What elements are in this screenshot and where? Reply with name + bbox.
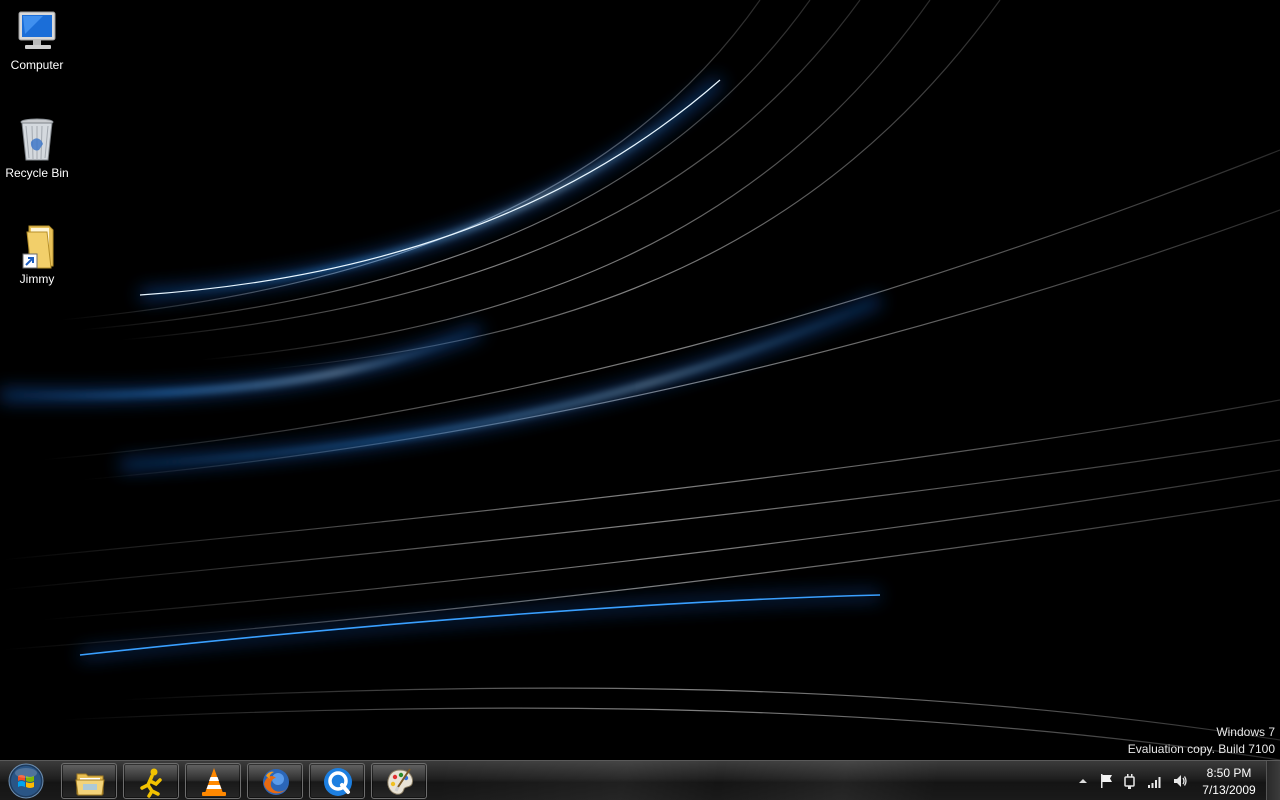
desktop-icon-label: Computer (10, 58, 64, 72)
notification-area: 8:50 PM 7/13/2009 (0, 761, 1280, 800)
recycle-bin-icon (20, 118, 54, 161)
desktop-icon-label: Jimmy (19, 272, 55, 286)
taskbar[interactable]: 8:50 PM 7/13/2009 (0, 760, 1280, 800)
action-center-flag-icon[interactable] (1099, 773, 1115, 789)
show-desktop-button[interactable] (1266, 761, 1280, 800)
volume-icon[interactable] (1172, 773, 1188, 789)
folder-shortcut-icon (22, 225, 54, 269)
wallpaper-light-streaks (0, 0, 1280, 760)
desktop-icon-recycle-bin[interactable]: Recycle Bin (0, 116, 74, 180)
power-plug-icon[interactable] (1122, 773, 1138, 789)
show-hidden-icons-arrow[interactable] (1075, 773, 1091, 789)
desktop-icon-label: Recycle Bin (5, 166, 69, 180)
watermark-build: Evaluation copy. Build 7100 (1127, 742, 1275, 756)
clock-date: 7/13/2009 (1202, 783, 1256, 797)
evaluation-watermark: Windows 7 Evaluation copy. Build 7100 (1128, 724, 1275, 758)
desktop-icon-computer[interactable]: Computer (0, 8, 74, 72)
clock-time: 8:50 PM (1206, 766, 1252, 780)
system-clock[interactable]: 8:50 PM 7/13/2009 (1196, 765, 1262, 799)
watermark-os-name: Windows 7 (1216, 725, 1275, 739)
network-signal-icon[interactable] (1147, 773, 1163, 789)
desktop-icon-jimmy[interactable]: Jimmy (0, 222, 74, 286)
computer-icon (18, 11, 56, 49)
desktop[interactable]: Computer Recycle Bin Jimmy Windows 7 Eva… (0, 0, 1280, 760)
